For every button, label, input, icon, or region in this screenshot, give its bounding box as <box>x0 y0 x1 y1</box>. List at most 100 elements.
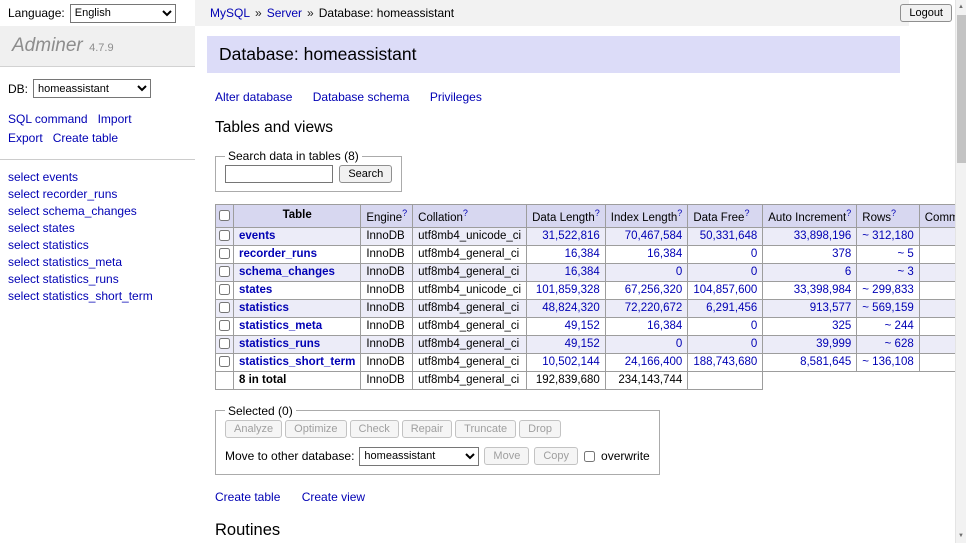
table-name-link[interactable]: statistics <box>239 302 289 314</box>
sidebar-table-link[interactable]: select statistics <box>8 237 185 254</box>
create-table-sidebar-link[interactable]: Create table <box>53 131 118 145</box>
data-length-link[interactable]: 49,152 <box>565 338 600 350</box>
breadcrumb-mysql-link[interactable]: MySQL <box>210 6 250 20</box>
help-link[interactable]: ? <box>846 208 851 218</box>
overwrite-checkbox[interactable] <box>584 451 595 462</box>
adminer-logo[interactable]: Adminer <box>12 35 83 56</box>
data-free-link[interactable]: 6,291,456 <box>706 302 757 314</box>
rows-count-link[interactable]: ~ 5 <box>897 248 913 260</box>
language-select[interactable]: English <box>70 4 176 23</box>
row-checkbox[interactable] <box>219 338 230 349</box>
index-length-link[interactable]: 24,166,400 <box>625 356 683 368</box>
index-length-link[interactable]: 70,467,584 <box>625 230 683 242</box>
help-link[interactable]: ? <box>891 208 896 218</box>
rows-count-link[interactable]: ~ 312,180 <box>862 230 913 242</box>
breadcrumb-server-link[interactable]: Server <box>267 6 302 20</box>
db-select[interactable]: homeassistant <box>33 79 151 98</box>
search-button[interactable]: Search <box>339 165 392 183</box>
data-length-link[interactable]: 16,384 <box>565 266 600 278</box>
table-name-link[interactable]: statistics_runs <box>239 338 320 350</box>
auto-increment-link[interactable]: 913,577 <box>810 302 852 314</box>
auto-increment-link[interactable]: 8,581,645 <box>800 356 851 368</box>
rows-count-link[interactable]: ~ 628 <box>885 338 914 350</box>
table-name-link[interactable]: recorder_runs <box>239 248 317 260</box>
help-link[interactable]: ? <box>677 208 682 218</box>
scroll-down-icon[interactable]: ▼ <box>956 530 966 542</box>
rows-count-link[interactable]: ~ 244 <box>885 320 914 332</box>
auto-increment-link[interactable]: 39,999 <box>816 338 851 350</box>
help-link[interactable]: ? <box>402 208 407 218</box>
data-length-link[interactable]: 101,859,328 <box>536 284 600 296</box>
check-button[interactable]: Check <box>350 420 399 438</box>
import-link[interactable]: Import <box>98 112 132 126</box>
data-free-link[interactable]: 50,331,648 <box>700 230 758 242</box>
rows-count-link[interactable]: ~ 3 <box>897 266 913 278</box>
move-button[interactable]: Move <box>484 447 529 465</box>
data-free-link[interactable]: 0 <box>751 338 757 350</box>
alter-database-link[interactable]: Alter database <box>215 90 292 104</box>
truncate-button[interactable]: Truncate <box>455 420 516 438</box>
row-checkbox[interactable] <box>219 230 230 241</box>
create-view-link[interactable]: Create view <box>302 490 365 504</box>
auto-increment-link[interactable]: 33,398,984 <box>794 284 852 296</box>
table-name-link[interactable]: statistics_short_term <box>239 356 355 368</box>
sidebar-table-link[interactable]: select schema_changes <box>8 203 185 220</box>
rows-count-link[interactable]: ~ 569,159 <box>862 302 913 314</box>
create-table-link[interactable]: Create table <box>215 490 280 504</box>
database-schema-link[interactable]: Database schema <box>313 90 410 104</box>
index-length-link[interactable]: 16,384 <box>647 320 682 332</box>
privileges-link[interactable]: Privileges <box>430 90 482 104</box>
row-checkbox[interactable] <box>219 284 230 295</box>
row-checkbox[interactable] <box>219 320 230 331</box>
move-db-select[interactable]: homeassistant <box>359 447 479 466</box>
analyze-button[interactable]: Analyze <box>225 420 282 438</box>
data-free-link[interactable]: 0 <box>751 320 757 332</box>
export-link[interactable]: Export <box>8 131 43 145</box>
index-length-link[interactable]: 0 <box>676 266 682 278</box>
scroll-thumb[interactable] <box>957 15 966 163</box>
data-length-link[interactable]: 10,502,144 <box>542 356 600 368</box>
table-name-link[interactable]: schema_changes <box>239 266 335 278</box>
row-checkbox[interactable] <box>219 302 230 313</box>
data-length-link[interactable]: 16,384 <box>565 248 600 260</box>
sidebar-table-link[interactable]: select recorder_runs <box>8 186 185 203</box>
index-length-link[interactable]: 16,384 <box>647 248 682 260</box>
auto-increment-link[interactable]: 378 <box>832 248 851 260</box>
optimize-button[interactable]: Optimize <box>285 420 346 438</box>
scrollbar[interactable]: ▲ ▼ <box>955 0 966 543</box>
data-free-link[interactable]: 188,743,680 <box>693 356 757 368</box>
scroll-up-icon[interactable]: ▲ <box>956 1 966 13</box>
row-checkbox[interactable] <box>219 266 230 277</box>
help-link[interactable]: ? <box>744 208 749 218</box>
data-free-link[interactable]: 104,857,600 <box>693 284 757 296</box>
select-all-checkbox[interactable] <box>219 210 230 221</box>
sidebar-table-link[interactable]: select statistics_short_term <box>8 288 185 305</box>
sidebar-table-link[interactable]: select statistics_runs <box>8 271 185 288</box>
table-name-link[interactable]: statistics_meta <box>239 320 322 332</box>
logout-button[interactable]: Logout <box>900 4 952 22</box>
data-length-link[interactable]: 49,152 <box>565 320 600 332</box>
index-length-link[interactable]: 67,256,320 <box>625 284 683 296</box>
repair-button[interactable]: Repair <box>402 420 452 438</box>
data-free-link[interactable]: 0 <box>751 248 757 260</box>
copy-button[interactable]: Copy <box>534 447 578 465</box>
auto-increment-link[interactable]: 33,898,196 <box>794 230 852 242</box>
data-length-link[interactable]: 48,824,320 <box>542 302 600 314</box>
search-input[interactable] <box>225 165 333 183</box>
help-link[interactable]: ? <box>595 208 600 218</box>
sidebar-table-link[interactable]: select statistics_meta <box>8 254 185 271</box>
table-name-link[interactable]: states <box>239 284 272 296</box>
rows-count-link[interactable]: ~ 299,833 <box>862 284 913 296</box>
drop-button[interactable]: Drop <box>519 420 561 438</box>
help-link[interactable]: ? <box>463 208 468 218</box>
table-name-link[interactable]: events <box>239 230 275 242</box>
sidebar-table-link[interactable]: select states <box>8 220 185 237</box>
auto-increment-link[interactable]: 325 <box>832 320 851 332</box>
data-free-link[interactable]: 0 <box>751 266 757 278</box>
data-length-link[interactable]: 31,522,816 <box>542 230 600 242</box>
rows-count-link[interactable]: ~ 136,108 <box>862 356 913 368</box>
sql-command-link[interactable]: SQL command <box>8 112 88 126</box>
index-length-link[interactable]: 72,220,672 <box>625 302 683 314</box>
sidebar-table-link[interactable]: select events <box>8 169 185 186</box>
row-checkbox[interactable] <box>219 248 230 259</box>
